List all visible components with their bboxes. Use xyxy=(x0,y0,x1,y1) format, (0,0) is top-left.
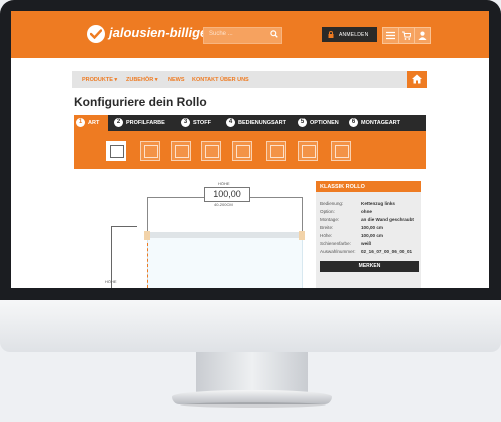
summary-header: KLASSIK ROLLO xyxy=(316,181,421,192)
step-montageart[interactable]: 6 MONTAGEART xyxy=(347,115,417,131)
summary-row: Auswahlnummer: 02_16_07_00_06_00_01 xyxy=(320,249,413,254)
dimension-label: HÖHE xyxy=(218,181,230,186)
config-steps: 1 ART 2 PROFILFARBE 3 STOFF 4 BEDIENUNGS… xyxy=(74,115,426,131)
step-art[interactable]: 1 ART xyxy=(74,115,108,131)
step-label: STOFF xyxy=(193,120,211,126)
rollo-preview xyxy=(147,232,303,288)
step-stoff[interactable]: 3 STOFF xyxy=(179,115,221,131)
step-optionen[interactable]: 5 OPTIONEN xyxy=(296,115,348,131)
step-number: 6 xyxy=(349,118,358,127)
nav-item-news[interactable]: NEWS xyxy=(168,77,185,83)
stand-shadow xyxy=(180,402,326,408)
step-number: 2 xyxy=(114,118,123,127)
main-nav: PRODUKTE ▾ ZUBEHÖR ▾ NEWS KONTAKT ÜBER U… xyxy=(72,71,427,88)
nav-item-ueber-uns[interactable]: ÜBER UNS xyxy=(220,77,249,83)
home-button[interactable] xyxy=(407,71,427,88)
home-icon xyxy=(412,74,422,84)
step-label: BEDIENUNGSART xyxy=(238,120,286,126)
summary-row: Schienenfarbe: weiß xyxy=(320,241,372,246)
monitor-chin xyxy=(0,300,501,352)
step-profilfarbe[interactable]: 2 PROFILFARBE xyxy=(112,115,176,131)
step-label: MONTAGEART xyxy=(361,120,401,126)
step-number: 3 xyxy=(181,118,190,127)
rollo-rail xyxy=(147,232,301,238)
lock-icon xyxy=(328,31,334,38)
rollo-type-option[interactable] xyxy=(266,141,286,161)
account-button[interactable] xyxy=(414,27,431,44)
rollo-bracket-left xyxy=(144,231,150,240)
menu-list-button[interactable] xyxy=(382,27,399,44)
rollo-type-option[interactable] xyxy=(331,141,351,161)
rollo-type-selector xyxy=(74,131,426,169)
list-icon xyxy=(386,31,395,40)
check-logo-icon[interactable] xyxy=(87,25,105,43)
nav-item-produkte[interactable]: PRODUKTE ▾ xyxy=(82,77,117,83)
summary-row: Breite: 100,00 cm xyxy=(320,225,383,230)
step-label: OPTIONEN xyxy=(310,120,339,126)
step-number: 1 xyxy=(76,118,85,127)
merken-button[interactable]: MERKEN xyxy=(320,261,419,272)
search-icon[interactable] xyxy=(270,30,278,38)
rollo-type-option[interactable] xyxy=(298,141,318,161)
step-label: ART xyxy=(88,120,100,126)
summary-row: Bedienung: Kettenzug links xyxy=(320,201,395,206)
cart-icon xyxy=(402,31,411,40)
cart-button[interactable] xyxy=(398,27,415,44)
dimension-input[interactable]: 100,00 xyxy=(204,187,250,202)
rollo-type-option[interactable] xyxy=(232,141,252,161)
summary-title: KLASSIK ROLLO xyxy=(320,184,365,190)
step-label: PROFILFARBE xyxy=(126,120,165,126)
nav-item-kontakt[interactable]: KONTAKT xyxy=(192,77,218,83)
nav-item-zubehoer[interactable]: ZUBEHÖR ▾ xyxy=(126,77,157,83)
rollo-type-option[interactable] xyxy=(171,141,191,161)
step-bedienungsart[interactable]: 4 BEDIENUNGSART xyxy=(224,115,296,131)
rollo-type-option[interactable] xyxy=(106,141,126,161)
search-input[interactable]: Suche ... xyxy=(203,27,282,44)
user-icon xyxy=(418,31,427,40)
monitor-screen: jalousien-billiger.de Suche ... ANMELDEN… xyxy=(11,11,489,288)
summary-row: Höhe: 100,00 cm xyxy=(320,233,383,238)
chain-indicator xyxy=(147,243,149,288)
rollo-type-option[interactable] xyxy=(201,141,221,161)
search-placeholder: Suche ... xyxy=(209,31,233,37)
summary-row: Montage: an die Wand geschraubt xyxy=(320,217,414,222)
rollo-bracket-right xyxy=(299,231,305,240)
step-number: 5 xyxy=(298,118,307,127)
login-label: ANMELDEN xyxy=(339,32,369,38)
login-button[interactable]: ANMELDEN xyxy=(322,27,377,42)
step-number: 4 xyxy=(226,118,235,127)
height-label: HÖHE xyxy=(105,279,117,284)
page-title: Konfiguriere dein Rollo xyxy=(74,95,207,109)
rollo-type-option[interactable] xyxy=(140,141,160,161)
summary-row: Option: ohne xyxy=(320,209,372,214)
dimension-range: 40-200CM xyxy=(214,202,233,207)
